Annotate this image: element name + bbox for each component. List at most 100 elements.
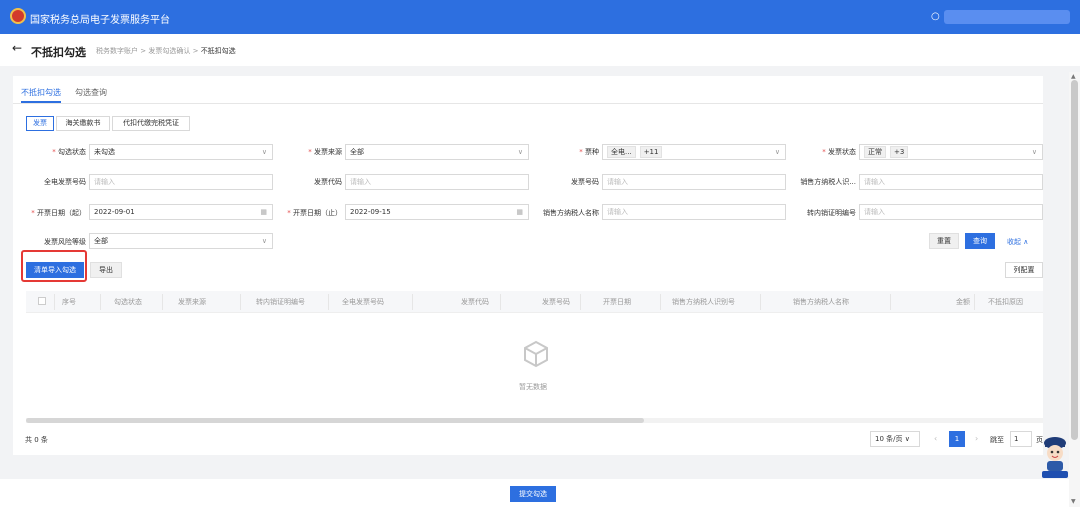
column-divider[interactable] [328, 294, 329, 310]
column-divider[interactable] [500, 294, 501, 310]
column-header: 发票代码 [461, 298, 489, 306]
column-divider[interactable] [760, 294, 761, 310]
calendar-icon: ▦ [260, 208, 267, 216]
column-header: 发票号码 [542, 298, 570, 306]
seller-tax-id-input[interactable]: 请输入 [859, 174, 1043, 190]
import-check-button[interactable]: 清单导入勾选 [26, 262, 84, 278]
date-end-picker[interactable]: 2022-09-15 ▦ [345, 204, 529, 220]
assistant-mascot-icon[interactable] [1040, 434, 1070, 480]
column-divider[interactable] [162, 294, 163, 310]
breadcrumb: 税务数字账户 > 发票勾选确认 > 不抵扣勾选 [96, 47, 236, 55]
seller-name-input[interactable]: 请输入 [602, 204, 786, 220]
goto-label: 跳至 [990, 436, 1004, 444]
segment-withholding-voucher[interactable]: 代扣代缴完税凭证 [112, 116, 190, 131]
risk-level-label: 发票风险等级 [44, 238, 86, 246]
column-divider[interactable] [890, 294, 891, 310]
chevron-down-icon: ∨ [904, 435, 910, 443]
column-divider[interactable] [660, 294, 661, 310]
column-divider[interactable] [580, 294, 581, 310]
invoice-code-label: 发票代码 [314, 178, 342, 186]
ticket-type-select[interactable]: 全电... +11 ∨ [602, 144, 786, 160]
column-config-button[interactable]: 列配置 [1005, 262, 1043, 278]
total-count: 共 0 条 [25, 436, 48, 444]
chevron-down-icon: ∨ [774, 148, 780, 156]
user-name-redacted[interactable] [944, 10, 1070, 24]
column-header: 序号 [62, 298, 76, 306]
transfer-cert-no-input[interactable]: 请输入 [859, 204, 1043, 220]
column-header: 转内销证明编号 [256, 298, 305, 306]
breadcrumb-current: 不抵扣勾选 [200, 47, 236, 55]
column-header: 销售方纳税人识别号 [672, 298, 735, 306]
date-start-picker[interactable]: 2022-09-01 ▦ [89, 204, 273, 220]
seller-name-label: 销售方纳税人名称 [543, 209, 599, 217]
column-divider[interactable] [412, 294, 413, 310]
column-header: 金额 [956, 298, 970, 306]
column-header: 销售方纳税人名称 [793, 298, 849, 306]
invoice-status-select[interactable]: 正常 +3 ∨ [859, 144, 1043, 160]
next-page-icon[interactable]: › [975, 434, 978, 443]
page-title: 不抵扣勾选 [31, 46, 86, 59]
tabs-divider [13, 103, 1043, 104]
full-invoice-no-label: 全电发票号码 [44, 178, 86, 186]
date-end-label: * 开票日期（止） [287, 209, 342, 217]
scroll-up-arrow-icon[interactable]: ▲ [1071, 73, 1076, 80]
column-divider[interactable] [54, 294, 55, 310]
chevron-down-icon: ∨ [517, 148, 523, 156]
horizontal-scroll-thumb[interactable] [26, 418, 644, 423]
invoice-no-label: 发票号码 [571, 178, 599, 186]
segment-customs-payment[interactable]: 海关缴款书 [56, 116, 110, 131]
page-number-current[interactable]: 1 [949, 431, 965, 447]
tax-emblem-logo [10, 8, 26, 24]
segment-invoice[interactable]: 发票 [26, 116, 54, 131]
date-start-label: * 开票日期（起） [31, 209, 86, 217]
submit-check-button[interactable]: 提交勾选 [510, 486, 556, 502]
collapse-link[interactable]: 收起 ∧ [1007, 237, 1028, 247]
empty-state-text: 暂无数据 [519, 383, 547, 391]
invoice-no-input[interactable]: 请输入 [602, 174, 786, 190]
breadcrumb-item[interactable]: 税务数字账户 [96, 47, 138, 55]
app-title: 国家税务总局电子发票服务平台 [30, 15, 170, 26]
reset-button[interactable]: 重置 [929, 233, 959, 249]
breadcrumb-item[interactable]: 发票勾选确认 [148, 47, 190, 55]
vertical-scroll-thumb[interactable] [1071, 80, 1078, 440]
goto-page-input[interactable]: 1 [1010, 431, 1032, 447]
column-divider[interactable] [240, 294, 241, 310]
column-divider[interactable] [974, 294, 975, 310]
column-header: 发票来源 [178, 298, 206, 306]
tab-check-query[interactable]: 勾选查询 [75, 87, 107, 98]
prev-page-icon[interactable]: ‹ [934, 434, 937, 443]
column-header: 勾选状态 [114, 298, 142, 306]
calendar-icon: ▦ [516, 208, 523, 216]
chevron-down-icon: ∨ [261, 148, 267, 156]
export-button[interactable]: 导出 [90, 262, 122, 278]
scroll-down-arrow-icon[interactable]: ▼ [1071, 498, 1076, 505]
check-status-select[interactable]: 未勾选 ∨ [89, 144, 273, 160]
tab-no-deduct-check[interactable]: 不抵扣勾选 [21, 87, 61, 98]
query-button[interactable]: 查询 [965, 233, 995, 249]
page-size-select[interactable]: 10 条/页 ∨ [870, 431, 920, 447]
column-header: 开票日期 [603, 298, 631, 306]
transfer-cert-no-label: 转内销证明编号 [807, 209, 856, 217]
ticket-type-label: * 票种 [579, 148, 599, 156]
more-tag: +3 [890, 146, 909, 158]
invoice-source-label: * 发票来源 [308, 148, 342, 156]
seller-tax-id-label: 销售方纳税人识... [800, 178, 856, 186]
full-invoice-no-input[interactable]: 请输入 [89, 174, 273, 190]
invoice-status-label: * 发票状态 [822, 148, 856, 156]
chevron-down-icon: ∨ [261, 237, 267, 245]
chevron-up-icon: ∧ [1023, 238, 1029, 246]
user-icon[interactable]: ○ [931, 11, 940, 22]
select-all-checkbox[interactable] [38, 297, 46, 305]
selected-tag: 全电... [607, 146, 636, 158]
risk-level-select[interactable]: 全部 ∨ [89, 233, 273, 249]
back-arrow-icon[interactable]: ← [12, 41, 22, 55]
more-tag: +11 [639, 146, 663, 158]
empty-box-icon [524, 340, 548, 368]
main-card [13, 76, 1043, 455]
column-divider[interactable] [100, 294, 101, 310]
column-header: 不抵扣原因 [988, 298, 1023, 306]
invoice-code-input[interactable]: 请输入 [345, 174, 529, 190]
selected-tag: 正常 [864, 146, 886, 158]
check-status-label: * 勾选状态 [52, 148, 86, 156]
invoice-source-select[interactable]: 全部 ∨ [345, 144, 529, 160]
